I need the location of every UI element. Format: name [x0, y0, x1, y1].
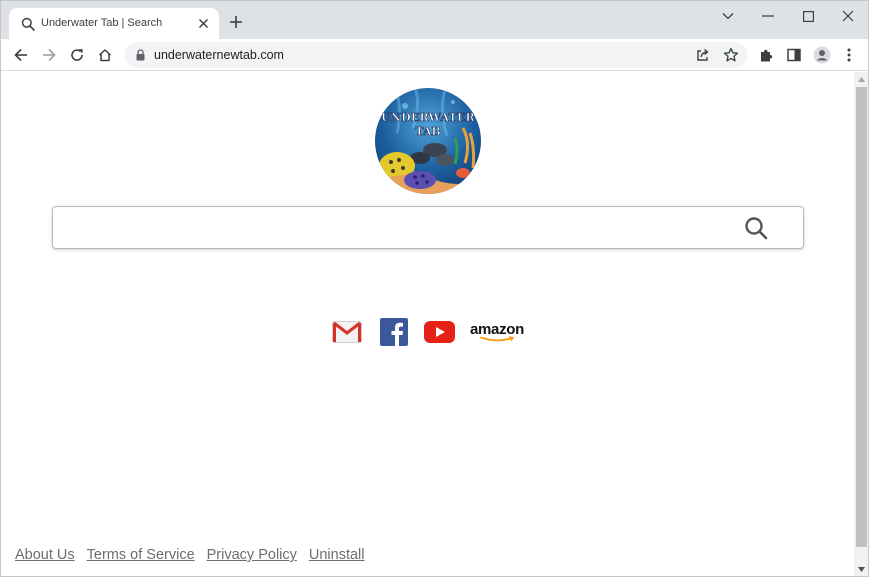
youtube-icon	[423, 321, 455, 343]
footer-links: About Us Terms of Service Privacy Policy…	[15, 547, 365, 563]
tab-search-dropdown[interactable]	[713, 7, 743, 25]
uninstall-link[interactable]: Uninstall	[309, 547, 365, 563]
amazon-wordmark: amazon	[469, 321, 525, 338]
chevron-down-icon	[722, 13, 734, 20]
browser-window: Underwater Tab | Search underwaternewtab…	[0, 0, 869, 577]
close-icon	[842, 10, 854, 22]
forward-button[interactable]	[39, 45, 59, 65]
address-bar[interactable]: underwaternewtab.com	[125, 42, 747, 68]
terms-of-service-link[interactable]: Terms of Service	[87, 547, 195, 563]
scroll-up-button[interactable]	[854, 72, 868, 86]
page-content: UNDERWATER TAB amazon About Us Terms of …	[1, 72, 854, 576]
browser-tab[interactable]: Underwater Tab | Search	[9, 8, 219, 39]
profile-icon	[813, 46, 831, 64]
browser-toolbar: underwaternewtab.com	[1, 39, 868, 71]
amazon-icon	[480, 336, 515, 342]
search-icon	[21, 17, 35, 31]
minimize-button[interactable]	[753, 7, 783, 25]
forward-arrow-icon	[43, 48, 56, 62]
puzzle-icon	[760, 49, 772, 61]
extensions-button[interactable]	[756, 45, 776, 65]
profile-button[interactable]	[812, 45, 832, 65]
close-window-button[interactable]	[833, 7, 863, 25]
home-button[interactable]	[95, 45, 115, 65]
share-icon[interactable]	[695, 47, 711, 63]
about-us-link[interactable]: About Us	[15, 547, 75, 563]
scroll-up-arrow-icon	[858, 76, 865, 82]
home-icon	[98, 49, 112, 62]
side-panel-button[interactable]	[784, 45, 804, 65]
logo-text-line-2: TAB	[415, 125, 441, 139]
facebook-icon	[380, 318, 408, 346]
underwater-tab-logo: UNDERWATER TAB	[375, 88, 481, 194]
maximize-button[interactable]	[793, 7, 823, 25]
gmail-link[interactable]	[331, 318, 363, 346]
privacy-policy-link[interactable]: Privacy Policy	[207, 547, 297, 563]
reload-button[interactable]	[67, 45, 87, 65]
tab-title: Underwater Tab | Search	[41, 17, 163, 29]
logo-text-line-1: UNDERWATER	[381, 111, 475, 125]
search-button[interactable]	[741, 214, 771, 242]
search-input[interactable]	[63, 213, 723, 243]
side-panel-icon	[787, 48, 801, 62]
facebook-link[interactable]	[379, 318, 409, 346]
gmail-icon	[332, 321, 362, 343]
youtube-link[interactable]	[423, 318, 455, 346]
tab-close-icon[interactable]	[197, 17, 210, 30]
search-box	[52, 206, 804, 249]
scroll-down-arrow-icon	[858, 566, 865, 572]
kebab-menu-icon	[847, 48, 851, 62]
tab-strip: Underwater Tab | Search	[1, 1, 868, 39]
browser-menu-button[interactable]	[839, 45, 859, 65]
maximize-icon	[802, 10, 814, 22]
reload-icon	[71, 49, 83, 61]
back-button[interactable]	[11, 45, 31, 65]
vertical-scrollbar[interactable]	[854, 72, 868, 576]
new-tab-plus-icon[interactable]	[229, 15, 243, 29]
amazon-link[interactable]: amazon	[468, 318, 526, 346]
scrollbar-thumb[interactable]	[856, 87, 867, 547]
underwater-scene-image	[375, 88, 481, 194]
star-icon[interactable]	[723, 47, 739, 63]
url-text: underwaternewtab.com	[154, 48, 284, 62]
back-arrow-icon	[14, 48, 27, 62]
lock-icon[interactable]	[135, 49, 146, 61]
magnifier-icon	[745, 217, 768, 240]
scroll-down-button[interactable]	[854, 562, 868, 576]
minimize-icon	[762, 15, 774, 17]
